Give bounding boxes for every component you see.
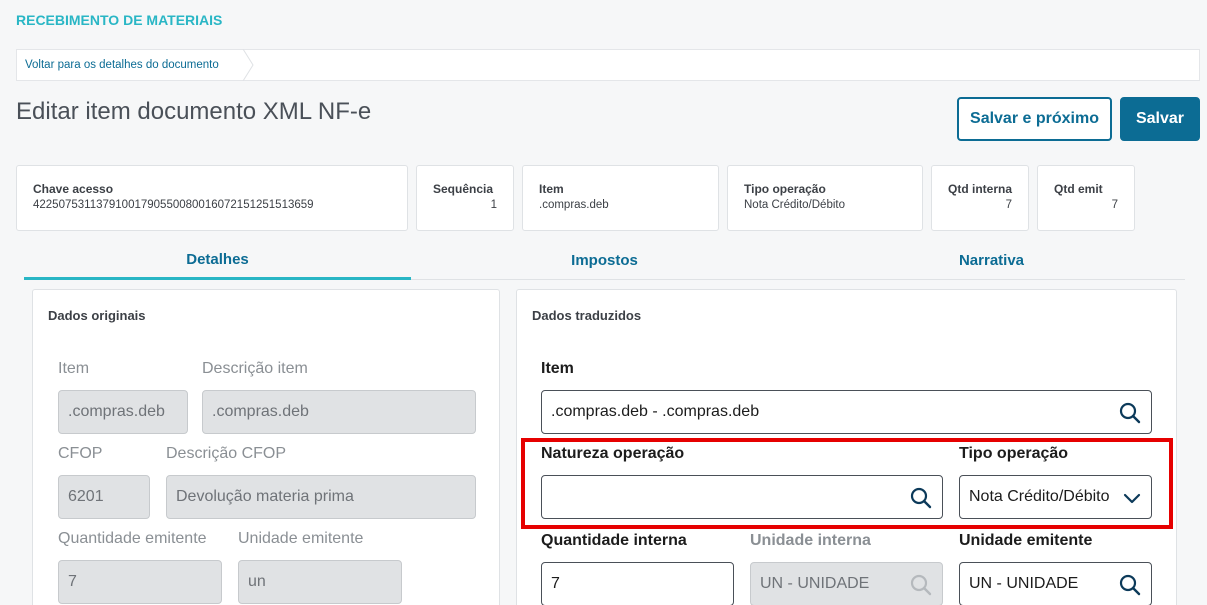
descricao-cfop-field: Devolução materia prima <box>166 475 476 519</box>
summary-value: 4225075311379100179055008001607215125151… <box>33 199 314 211</box>
summary-value: 1 <box>490 199 497 211</box>
item-label: Item <box>541 360 574 377</box>
summary-card-item: Item .compras.deb <box>522 165 719 231</box>
search-icon[interactable] <box>910 487 932 509</box>
summary-value: 7 <box>1111 199 1118 211</box>
app-title: RECEBIMENTO DE MATERIAIS <box>16 12 223 28</box>
summary-card-chave: Chave acesso 422507531137910017905500800… <box>16 165 408 231</box>
breadcrumb-back-link[interactable]: Voltar para os detalhes do documento <box>25 59 219 71</box>
save-button[interactable]: Salvar <box>1120 97 1200 141</box>
unidade-interna-field: UN - UNIDADE <box>750 562 943 605</box>
quantidade-emitente-field: 7 <box>58 560 222 604</box>
summary-card-tipo-operacao: Tipo operação Nota Crédito/Débito <box>727 165 923 231</box>
unidade-interna-value: UN - UNIDADE <box>760 575 870 592</box>
chevron-down-icon <box>1123 493 1141 504</box>
summary-label: Chave acesso <box>33 182 114 196</box>
page-title: Editar item documento XML NF-e <box>16 98 372 125</box>
unidade-interna-label: Unidade interna <box>750 532 871 549</box>
summary-card-qtd-interna: Qtd interna 7 <box>931 165 1029 231</box>
natureza-operacao-label: Natureza operação <box>541 445 685 462</box>
unidade-emitente-label: Unidade emitente <box>959 532 1093 549</box>
summary-value: 7 <box>1005 199 1012 211</box>
unidade-emitente-field: un <box>238 560 402 604</box>
unidade-emitente-label: Unidade emitente <box>238 530 364 547</box>
descricao-item-label: Descrição item <box>202 360 308 377</box>
quantidade-interna-label: Quantidade interna <box>541 532 687 549</box>
natureza-operacao-field[interactable] <box>541 475 943 519</box>
summary-value: .compras.deb <box>539 199 609 211</box>
summary-label: Tipo operação <box>744 182 826 196</box>
tab-narrativa[interactable]: Narrativa <box>798 241 1185 280</box>
item-label: Item <box>58 360 90 377</box>
summary-card-qtd-emit: Qtd emit 7 <box>1037 165 1135 231</box>
search-icon[interactable] <box>1119 574 1141 596</box>
summary-label: Qtd interna <box>948 182 1013 196</box>
unidade-emitente-field[interactable]: UN - UNIDADE <box>959 562 1152 605</box>
search-icon <box>910 574 932 596</box>
summary-label: Item <box>539 182 564 196</box>
panel-title: Dados originais <box>48 308 146 323</box>
panel-dados-originais: Dados originais Item .compras.deb Descri… <box>32 289 500 605</box>
summary-label: Sequência <box>433 182 494 196</box>
tab-impostos[interactable]: Impostos <box>411 241 798 280</box>
quantidade-emitente-label: Quantidade emitente <box>58 530 207 547</box>
summary-label: Qtd emit <box>1054 182 1103 196</box>
panel-title: Dados traduzidos <box>532 308 642 323</box>
summary-card-sequencia: Sequência 1 <box>416 165 514 231</box>
item-field: .compras.deb <box>58 390 188 434</box>
item-lookup-field[interactable]: .compras.deb - .compras.deb <box>541 390 1152 434</box>
unidade-emitente-value: UN - UNIDADE <box>969 575 1079 592</box>
breadcrumb-chevron-icon <box>242 49 254 81</box>
tab-bar: Detalhes Impostos Narrativa <box>24 241 1185 280</box>
descricao-item-field: .compras.deb <box>202 390 476 434</box>
search-icon[interactable] <box>1119 402 1141 424</box>
tab-detalhes[interactable]: Detalhes <box>24 241 411 280</box>
quantidade-interna-field[interactable]: 7 <box>541 562 734 605</box>
cfop-field: 6201 <box>58 475 150 519</box>
summary-value: Nota Crédito/Débito <box>744 199 845 211</box>
save-and-next-button[interactable]: Salvar e próximo <box>957 97 1112 141</box>
cfop-label: CFOP <box>58 445 103 462</box>
breadcrumb: Voltar para os detalhes do documento <box>16 49 1200 81</box>
tipo-operacao-select[interactable]: Nota Crédito/Débito <box>959 475 1152 519</box>
descricao-cfop-label: Descrição CFOP <box>166 445 287 462</box>
tipo-operacao-label: Tipo operação <box>959 445 1069 462</box>
tipo-operacao-value: Nota Crédito/Débito <box>969 488 1110 505</box>
item-lookup-value: .compras.deb - .compras.deb <box>551 403 760 420</box>
panel-dados-traduzidos: Dados traduzidos Item .compras.deb - .co… <box>516 289 1177 605</box>
